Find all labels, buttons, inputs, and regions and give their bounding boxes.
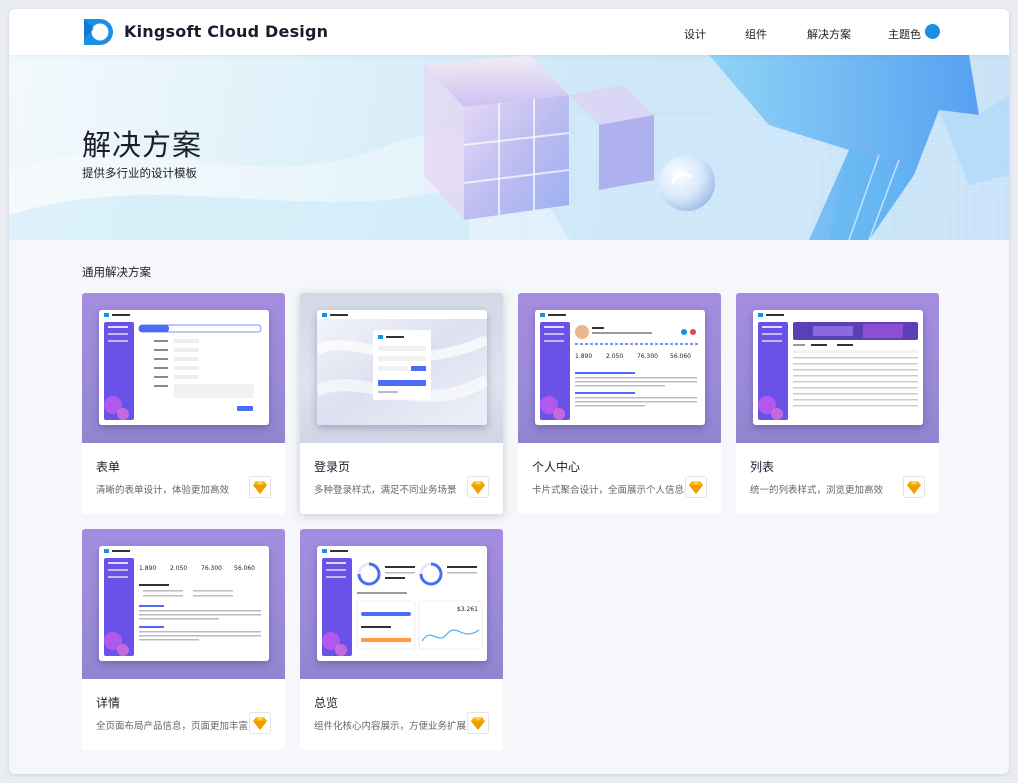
form-template-preview	[99, 310, 269, 425]
nav-components[interactable]: 组件	[745, 26, 767, 42]
card-description: 统一的列表样式，浏览更加高效	[750, 485, 884, 496]
overview-template-preview: $3.261	[317, 546, 487, 661]
nav-design[interactable]: 设计	[684, 26, 706, 42]
card-description: 清晰的表单设计，体验更加高效	[96, 485, 230, 496]
sketch-download-button[interactable]	[467, 476, 489, 498]
sketch-diamond-icon	[471, 717, 485, 730]
hero-subtitle: 提供多行业的设计模板	[82, 166, 197, 180]
svg-text:76.300: 76.300	[201, 565, 222, 572]
solution-card-detail[interactable]: 1.890 2.050 76.300 56.060 详情 全页面布局产品信息，页…	[82, 529, 285, 750]
kingsoft-logo-icon[interactable]	[82, 17, 117, 47]
login-template-preview	[317, 310, 487, 425]
sketch-diamond-icon	[689, 481, 703, 494]
sketch-diamond-icon	[907, 481, 921, 494]
card-title: 详情	[96, 696, 121, 710]
svg-text:1.890: 1.890	[575, 353, 592, 360]
sketch-diamond-icon	[471, 481, 485, 494]
brand-name[interactable]: Kingsoft Cloud Design	[124, 22, 328, 41]
solution-card-profile[interactable]: 1.890 2.050 76.300 56.060 个人中心 卡片式聚合设计，全…	[518, 293, 721, 514]
card-title: 总览	[314, 696, 339, 710]
card-thumbnail	[736, 293, 939, 443]
card-thumbnail: $3.261	[300, 529, 503, 679]
svg-text:$3.261: $3.261	[457, 606, 478, 613]
sketch-download-button[interactable]	[685, 476, 707, 498]
solution-card-form[interactable]: 表单 清晰的表单设计，体验更加高效	[82, 293, 285, 514]
card-title: 表单	[96, 460, 121, 474]
hero-banner: 解决方案 提供多行业的设计模板	[9, 55, 1009, 240]
svg-text:76.300: 76.300	[637, 353, 658, 360]
card-description: 多种登录样式，满足不同业务场景	[314, 485, 457, 496]
sketch-download-button[interactable]	[249, 476, 271, 498]
solution-card-login[interactable]: 登录页 多种登录样式，满足不同业务场景	[300, 293, 503, 514]
list-template-preview	[753, 310, 923, 425]
card-thumbnail	[82, 293, 285, 443]
card-description: 卡片式聚合设计，全面展示个人信息	[532, 485, 685, 496]
sketch-download-button[interactable]	[249, 712, 271, 734]
svg-text:2.050: 2.050	[170, 565, 187, 572]
card-title: 登录页	[314, 460, 351, 474]
card-description: 全页面布局产品信息，页面更加丰富	[96, 721, 249, 732]
card-thumbnail: 1.890 2.050 76.300 56.060	[518, 293, 721, 443]
card-title: 个人中心	[532, 460, 581, 474]
card-thumbnail	[300, 293, 503, 443]
top-header: Kingsoft Cloud Design 设计 组件 解决方案 主题色	[9, 9, 1009, 55]
hero-title: 解决方案	[82, 128, 203, 162]
svg-text:2.050: 2.050	[606, 353, 623, 360]
card-thumbnail: 1.890 2.050 76.300 56.060	[82, 529, 285, 679]
svg-text:1.890: 1.890	[139, 565, 156, 572]
app-window: Kingsoft Cloud Design 设计 组件 解决方案 主题色 解决方…	[9, 9, 1009, 774]
sketch-download-button[interactable]	[903, 476, 925, 498]
detail-template-preview: 1.890 2.050 76.300 56.060	[99, 546, 269, 661]
solution-card-list[interactable]: 列表 统一的列表样式，浏览更加高效	[736, 293, 939, 514]
sketch-download-button[interactable]	[467, 712, 489, 734]
profile-template-preview: 1.890 2.050 76.300 56.060	[535, 310, 705, 425]
card-description: 组件化核心内容展示，方便业务扩展	[314, 721, 467, 732]
nav-theme-color[interactable]: 主题色	[888, 26, 921, 42]
sketch-diamond-icon	[253, 481, 267, 494]
theme-color-dot[interactable]	[925, 24, 940, 39]
svg-text:56.060: 56.060	[670, 353, 691, 360]
svg-text:56.060: 56.060	[234, 565, 255, 572]
solution-card-overview[interactable]: $3.261 总览 组件化核心内容展示，方便业务扩展	[300, 529, 503, 750]
section-title: 通用解决方案	[82, 265, 151, 279]
nav-solutions[interactable]: 解决方案	[807, 26, 851, 42]
sketch-diamond-icon	[253, 717, 267, 730]
card-title: 列表	[750, 460, 775, 474]
